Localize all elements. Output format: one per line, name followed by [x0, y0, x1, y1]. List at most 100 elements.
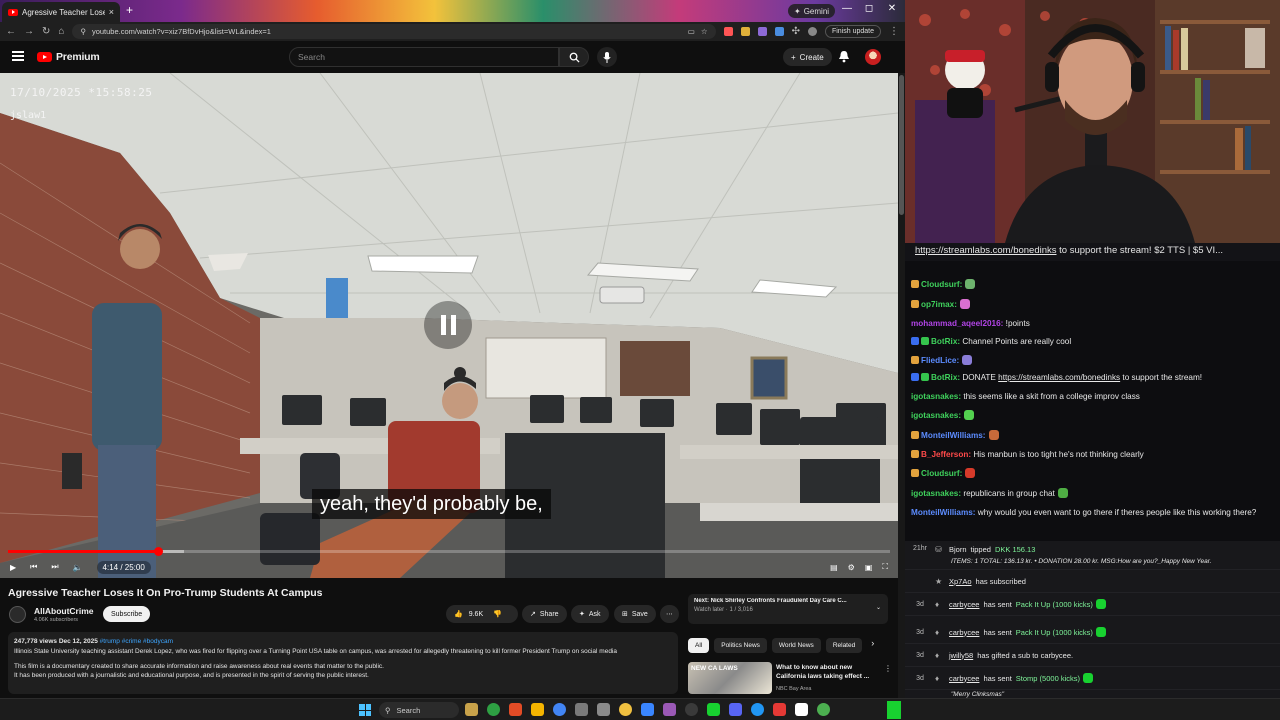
reload-icon[interactable]: ↻	[42, 26, 50, 37]
more-actions-button[interactable]: ⋯	[660, 605, 679, 623]
recommended-video[interactable]: NEW CA LAWS What to know about new Calif…	[688, 662, 893, 694]
like-count[interactable]: 9.6K	[469, 611, 483, 618]
chat-username[interactable]: igotasnakes:	[911, 411, 961, 420]
taskbar-app-icon[interactable]	[751, 703, 764, 716]
taskbar-app-icon[interactable]	[773, 703, 786, 716]
subtitles-icon[interactable]: ▤	[830, 563, 838, 572]
event-username[interactable]: Xp7Ao	[949, 577, 972, 586]
gemini-button[interactable]: ✦ Gemini	[788, 4, 836, 18]
taskbar-app-icon[interactable]	[553, 703, 566, 716]
previous-icon[interactable]: ⏮	[30, 562, 37, 572]
chat-username[interactable]: igotasnakes:	[911, 392, 961, 401]
cast-icon[interactable]: ▭	[688, 27, 695, 36]
event-username[interactable]: carbycee	[949, 600, 979, 609]
recommended-title[interactable]: What to know about new California laws t…	[776, 664, 876, 681]
description-box[interactable]: 247,778 views Dec 12, 2025 #trump #crime…	[8, 632, 678, 694]
taskbar-app-icon[interactable]	[685, 703, 698, 716]
volume-icon[interactable]: 🔈	[73, 563, 83, 572]
taskbar-search[interactable]: ⚲ Search	[379, 702, 459, 718]
taskbar-app-icon[interactable]	[729, 703, 742, 716]
playlist-next-box[interactable]: Next: Nick Shirley Confronts Fraudulent …	[688, 594, 888, 624]
forward-arrow-icon[interactable]: →	[24, 26, 34, 37]
page-scrollbar[interactable]	[898, 73, 905, 698]
chevron-right-icon[interactable]: ›	[871, 638, 874, 654]
hashtags[interactable]: #trump #crime #bodycam	[100, 638, 173, 645]
subscribe-button[interactable]: Subscribe	[103, 606, 151, 622]
thumbs-down-icon[interactable]: 👎	[493, 610, 502, 618]
taskbar-app-icon[interactable]	[641, 703, 654, 716]
extension-icon[interactable]	[774, 27, 784, 36]
channel-name[interactable]: AllAboutCrime	[34, 606, 94, 616]
chat-username[interactable]: op7imax:	[921, 300, 957, 309]
taskbar-app-icon[interactable]	[795, 703, 808, 716]
bell-icon[interactable]	[838, 50, 850, 63]
taskbar-app-icon[interactable]	[619, 703, 632, 716]
chat-username[interactable]: B_Jefferson:	[921, 450, 971, 459]
chat-username[interactable]: igotasnakes:	[911, 489, 961, 498]
chat-link[interactable]: https://streamlabs.com/bonedinks	[998, 373, 1120, 382]
taskbar-app-icon[interactable]	[487, 703, 500, 716]
extension-icon[interactable]	[757, 27, 767, 36]
site-info-icon[interactable]: ⚲	[80, 27, 86, 36]
event-username[interactable]: carbycee	[949, 628, 979, 637]
bookmark-star-icon[interactable]: ☆	[701, 27, 708, 36]
chat-username[interactable]: MonteilWilliams:	[911, 508, 976, 517]
taskbar-app-icon[interactable]	[575, 703, 588, 716]
minimize-button[interactable]: —	[838, 3, 856, 14]
taskbar-app-icon[interactable]	[817, 703, 830, 716]
kick-app-icon[interactable]	[887, 701, 901, 719]
next-icon[interactable]: ⏭	[51, 562, 58, 572]
taskbar-app-icon[interactable]	[597, 703, 610, 716]
url-field[interactable]: ⚲ youtube.com/watch?v=xiz7BfDvHjo&list=W…	[72, 24, 716, 39]
profile-icon[interactable]	[807, 27, 817, 36]
play-icon[interactable]: ▶	[10, 563, 16, 572]
recommended-thumbnail[interactable]: NEW CA LAWS	[688, 662, 772, 694]
youtube-premium-logo[interactable]: Premium	[37, 51, 100, 63]
save-button[interactable]: ⊞ Save	[614, 605, 656, 623]
channel-avatar[interactable]	[9, 606, 26, 623]
chat-username[interactable]: MonteilWilliams:	[921, 431, 986, 440]
banner-link[interactable]: https://streamlabs.com/bonedinks	[915, 245, 1057, 256]
event-username[interactable]: Bjorn	[949, 545, 967, 554]
chip-politics-news[interactable]: Politics News	[714, 638, 767, 653]
back-arrow-icon[interactable]: ←	[6, 26, 16, 37]
chip-all[interactable]: All	[688, 638, 710, 653]
event-username[interactable]: carbycee	[949, 674, 979, 683]
ask-button[interactable]: ✦ Ask	[571, 605, 609, 623]
finish-update-button[interactable]: Finish update	[824, 25, 881, 38]
taskbar-app-icon[interactable]	[707, 703, 720, 716]
event-username[interactable]: jwilly58	[949, 651, 973, 660]
scrollbar-thumb[interactable]	[899, 75, 904, 215]
create-button[interactable]: + Create	[783, 48, 832, 66]
windows-start-icon[interactable]	[359, 704, 371, 716]
chat-username[interactable]: Cloudsurf:	[921, 280, 962, 289]
chat-username[interactable]: BotRix:	[931, 373, 960, 382]
recommended-channel[interactable]: NBC Bay Area	[776, 686, 811, 692]
tab-close-icon[interactable]: ×	[109, 7, 114, 17]
taskbar-app-icon[interactable]	[531, 703, 544, 716]
taskbar-app-icon[interactable]	[509, 703, 522, 716]
account-avatar[interactable]	[865, 49, 881, 65]
chat-username[interactable]: BotRix:	[931, 337, 960, 346]
fullscreen-icon[interactable]: ⛶	[882, 562, 888, 572]
progress-bar[interactable]	[8, 547, 890, 556]
extension-icon[interactable]	[723, 27, 733, 36]
chat-username[interactable]: FliedLice:	[921, 356, 959, 365]
search-input[interactable]: Search	[289, 47, 559, 67]
maximize-button[interactable]: ◻	[860, 3, 878, 14]
miniplayer-icon[interactable]: ▣	[865, 563, 873, 572]
more-vertical-icon[interactable]: ⋮	[884, 664, 892, 673]
taskbar-app-icon[interactable]	[663, 703, 676, 716]
chip-world-news[interactable]: World News	[771, 638, 821, 653]
voice-search-button[interactable]	[597, 47, 617, 67]
more-menu-icon[interactable]: ⋮	[889, 26, 899, 37]
chat-username[interactable]: Cloudsurf:	[921, 469, 962, 478]
home-icon[interactable]: ⌂	[58, 26, 64, 37]
close-window-button[interactable]: ✕	[883, 3, 901, 14]
tab-youtube-video[interactable]: Agressive Teacher Loses It O ×	[2, 2, 120, 22]
extension-icon[interactable]	[740, 27, 750, 36]
thumbs-up-icon[interactable]: 👍	[454, 610, 463, 618]
pause-indicator-icon[interactable]	[424, 301, 472, 349]
progress-scrubber-handle[interactable]	[153, 547, 163, 556]
search-button[interactable]	[559, 47, 589, 67]
